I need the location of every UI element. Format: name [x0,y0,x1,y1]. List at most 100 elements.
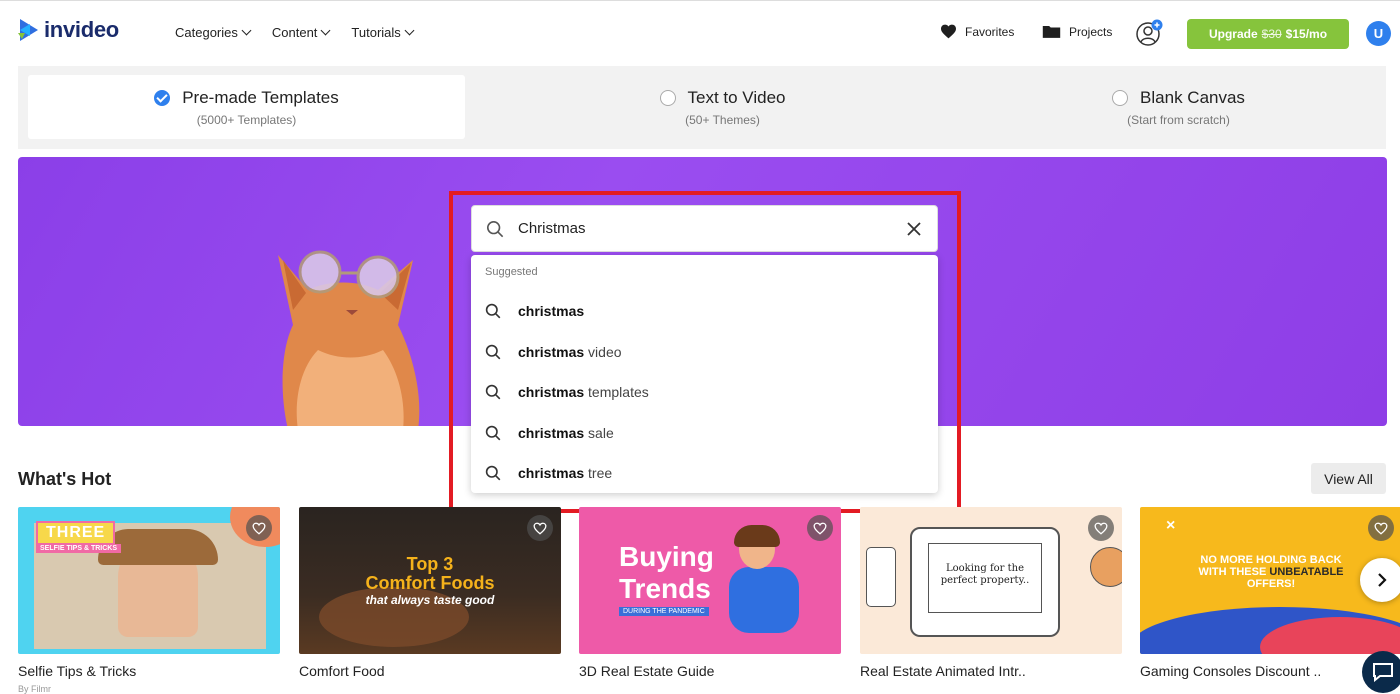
add-user-icon[interactable] [1136,19,1164,47]
suggestion-rest: tree [584,465,613,481]
template-card-title[interactable]: Gaming Consoles Discount .. [1140,663,1321,679]
upgrade-old-price: $30 [1261,27,1282,41]
suggested-label: Suggested [485,266,538,278]
template-card-real-estate-guide[interactable]: Buying Trends DURING THE PANDEMIC [579,507,841,654]
heart-outline-icon [1094,522,1108,535]
thumbnail-text: Buying [619,541,714,572]
invideo-logo-icon [18,19,38,41]
chat-bubble-icon [1373,663,1393,682]
suggestion-bold: christmas [518,384,585,400]
chevron-down-icon [404,25,415,36]
mode-text-to-video[interactable]: Text to Video (50+ Themes) [504,75,941,139]
radio-icon [659,90,676,106]
suggestion-rest: sale [584,425,614,441]
suggestion-item[interactable]: christmas templates [471,374,938,410]
favorite-heart-button[interactable] [1368,515,1394,541]
suggestion-bold: christmas [518,344,585,360]
mode-selector: Pre-made Templates (5000+ Templates) Tex… [18,66,1386,149]
thumbnail-text: WITH THESE [1198,566,1267,578]
upgrade-price: $15/mo [1285,27,1328,41]
heart-icon [941,24,956,39]
suggestion-rest: video [584,344,622,360]
nav-categories-label: Categories [175,25,238,40]
carousel-next-button[interactable] [1360,558,1400,602]
thumbnail-text: Trends [619,573,711,604]
nav-content-label: Content [271,25,318,40]
close-icon[interactable] [905,220,923,238]
heart-outline-icon [252,522,266,535]
thumbnail-text: DURING THE PANDEMIC [619,607,709,616]
search-icon [485,344,501,360]
mode-subtitle: (Start from scratch) [1127,113,1230,127]
favorite-heart-button[interactable] [807,515,833,541]
thumbnail-text: NO MORE HOLDING BACK [1200,554,1342,566]
thumbnail-text: SELFIE TIPS & TRICKS [36,544,122,553]
checked-radio-icon [154,90,171,106]
chevron-right-icon [1378,573,1387,587]
search-suggestions-dropdown: Suggested christmas christmas video chri… [471,255,938,493]
thumbnail-text: UNBEATABLE [1269,566,1344,578]
favorite-heart-button[interactable] [527,515,553,541]
suggestion-bold: christmas [518,425,585,441]
upgrade-button[interactable]: Upgrade $30 $15/mo [1187,19,1349,49]
mode-title: Pre-made Templates [182,88,339,107]
section-title: What's Hot [18,469,112,489]
suggestion-rest: templates [584,384,649,400]
projects-link[interactable]: Projects [1042,24,1112,39]
radio-icon [1112,90,1129,106]
suggestion-item[interactable]: christmas tree [471,455,938,491]
nav-content[interactable]: Content [271,25,331,40]
suggestion-item[interactable]: christmas video [471,334,938,370]
nav-categories[interactable]: Categories [175,25,252,40]
search-input[interactable] [518,220,888,237]
template-card-title[interactable]: Comfort Food [299,663,385,679]
suggestion-bold: christmas [518,465,585,481]
mode-premade-templates[interactable]: Pre-made Templates (5000+ Templates) [28,75,465,139]
thumbnail-text: Top 3 [406,554,454,574]
favorite-heart-button[interactable] [246,515,272,541]
chevron-down-icon [241,25,252,36]
search-icon [485,425,501,441]
brand-name: invideo [44,17,119,42]
template-card-title[interactable]: Real Estate Animated Intr.. [860,663,1026,679]
mode-blank-canvas[interactable]: Blank Canvas (Start from scratch) [960,75,1397,139]
suggestion-bold: christmas [518,303,585,319]
folder-icon [1042,25,1061,38]
favorite-heart-button[interactable] [1088,515,1114,541]
heart-outline-icon [813,522,827,535]
view-all-button[interactable]: View All [1311,463,1386,494]
suggestion-item[interactable]: christmas [471,293,938,329]
template-card-real-estate-intro[interactable]: Looking for the perfect property.. [860,507,1122,654]
template-card-title[interactable]: Selfie Tips & Tricks [18,663,136,679]
mode-subtitle: (50+ Themes) [685,113,760,127]
thumbnail-text: THREE [36,521,116,545]
thumbnail-text: Looking for the [945,563,1025,574]
template-card-author: By Filmr [18,684,51,694]
nav-tutorials-label: Tutorials [351,25,401,40]
main-nav: Categories Content Tutorials [175,25,415,40]
mode-title: Text to Video [687,88,786,107]
search-icon [485,384,501,400]
search-bar[interactable] [471,205,938,252]
upgrade-label: Upgrade [1208,27,1258,41]
template-card-title[interactable]: 3D Real Estate Guide [579,663,714,679]
mode-title: Blank Canvas [1140,88,1245,107]
projects-label: Projects [1069,24,1113,39]
nav-tutorials[interactable]: Tutorials [351,25,415,40]
cat-illustration [278,250,420,426]
search-icon [485,303,501,319]
chat-widget-button[interactable] [1362,651,1400,693]
heart-outline-icon [533,522,547,535]
mode-subtitle: (5000+ Templates) [196,113,297,127]
template-card-comfort-food[interactable]: Top 3 Comfort Foods that always taste go… [299,507,561,654]
brand-logo[interactable]: invideo [18,17,119,43]
thumbnail-text: perfect property.. [940,575,1030,586]
suggestion-item[interactable]: christmas sale [471,415,938,451]
heart-outline-icon [1374,522,1388,535]
template-card-selfie[interactable]: THREE SELFIE TIPS & TRICKS [18,507,280,654]
avatar[interactable]: U [1366,21,1391,46]
favorites-link[interactable]: Favorites [940,24,1014,39]
favorites-label: Favorites [965,24,1015,39]
top-bar: invideo Categories Content Tutorials Fav… [0,0,1400,64]
chevron-down-icon [320,25,331,36]
